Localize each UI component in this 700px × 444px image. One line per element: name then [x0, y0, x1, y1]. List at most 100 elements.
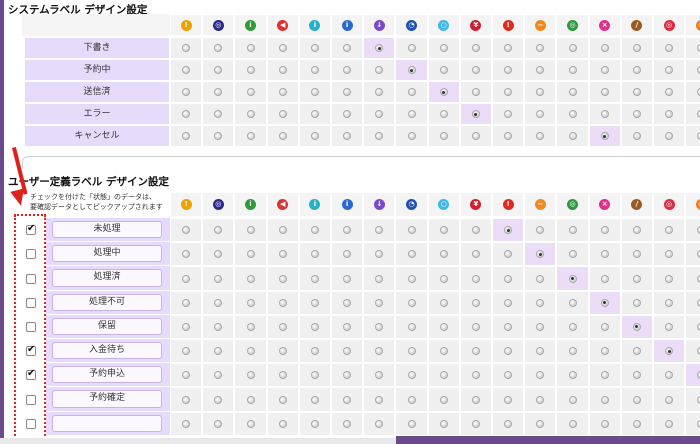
- user-color-radio[interactable]: [214, 419, 223, 428]
- system-color-radio[interactable]: [632, 110, 641, 118]
- user-color-radio[interactable]: [278, 226, 287, 235]
- user-color-radio[interactable]: [407, 419, 416, 428]
- system-color-radio[interactable]: [278, 44, 287, 52]
- user-color-radio[interactable]: [278, 322, 287, 331]
- user-color-radio[interactable]: [568, 419, 577, 428]
- user-color-radio[interactable]: [536, 274, 545, 283]
- system-color-radio[interactable]: [278, 110, 287, 118]
- user-color-radio[interactable]: [600, 250, 609, 259]
- system-color-radio[interactable]: [278, 88, 287, 96]
- user-color-radio[interactable]: [310, 419, 319, 428]
- user-color-radio[interactable]: [407, 395, 416, 404]
- system-color-radio[interactable]: [246, 110, 255, 118]
- user-color-radio[interactable]: [568, 395, 577, 404]
- system-color-radio[interactable]: [310, 132, 319, 140]
- user-color-radio[interactable]: [439, 371, 448, 380]
- system-color-radio[interactable]: [407, 44, 416, 52]
- system-color-radio[interactable]: [471, 132, 480, 140]
- user-color-radio[interactable]: [632, 226, 641, 235]
- user-color-radio[interactable]: [439, 250, 448, 259]
- user-color-radio[interactable]: [439, 226, 448, 235]
- user-color-radio[interactable]: [246, 274, 255, 283]
- user-color-radio[interactable]: [439, 298, 448, 307]
- system-color-radio[interactable]: [600, 66, 609, 74]
- user-color-radio[interactable]: [439, 274, 448, 283]
- system-color-radio[interactable]: [471, 66, 480, 74]
- user-color-radio[interactable]: [665, 274, 674, 283]
- user-color-radio[interactable]: [439, 322, 448, 331]
- user-color-radio[interactable]: [600, 322, 609, 331]
- system-color-radio[interactable]: [600, 132, 609, 140]
- user-color-radio[interactable]: [632, 322, 641, 331]
- user-color-radio[interactable]: [278, 371, 287, 380]
- user-label-input-1[interactable]: 未処理: [52, 221, 162, 239]
- system-color-radio[interactable]: [471, 44, 480, 52]
- system-color-radio[interactable]: [246, 44, 255, 52]
- user-color-radio[interactable]: [600, 347, 609, 356]
- user-color-radio[interactable]: [407, 226, 416, 235]
- system-color-radio[interactable]: [439, 132, 448, 140]
- user-label-input-6[interactable]: 入金待ち: [52, 342, 162, 360]
- user-color-radio[interactable]: [439, 395, 448, 404]
- user-color-radio[interactable]: [600, 395, 609, 404]
- user-color-radio[interactable]: [375, 274, 384, 283]
- system-color-radio[interactable]: [632, 66, 641, 74]
- user-color-radio[interactable]: [407, 298, 416, 307]
- user-color-radio[interactable]: [568, 250, 577, 259]
- user-color-radio[interactable]: [182, 322, 191, 331]
- system-color-radio[interactable]: [407, 110, 416, 118]
- user-color-radio[interactable]: [246, 395, 255, 404]
- user-color-radio[interactable]: [665, 395, 674, 404]
- user-color-radio[interactable]: [504, 419, 513, 428]
- system-color-radio[interactable]: [310, 44, 319, 52]
- user-color-radio[interactable]: [214, 274, 223, 283]
- user-color-radio[interactable]: [632, 298, 641, 307]
- user-color-radio[interactable]: [278, 347, 287, 356]
- user-color-radio[interactable]: [665, 322, 674, 331]
- system-color-radio[interactable]: [471, 110, 480, 118]
- system-color-radio[interactable]: [439, 44, 448, 52]
- user-color-radio[interactable]: [246, 371, 255, 380]
- system-color-radio[interactable]: [600, 88, 609, 96]
- user-color-radio[interactable]: [246, 250, 255, 259]
- user-color-radio[interactable]: [407, 274, 416, 283]
- user-color-radio[interactable]: [375, 395, 384, 404]
- user-color-radio[interactable]: [471, 226, 480, 235]
- user-color-radio[interactable]: [278, 419, 287, 428]
- system-color-radio[interactable]: [568, 88, 577, 96]
- user-color-radio[interactable]: [343, 419, 352, 428]
- user-color-radio[interactable]: [600, 419, 609, 428]
- user-color-radio[interactable]: [182, 274, 191, 283]
- user-color-radio[interactable]: [665, 419, 674, 428]
- user-color-radio[interactable]: [471, 419, 480, 428]
- user-color-radio[interactable]: [375, 419, 384, 428]
- user-color-radio[interactable]: [568, 298, 577, 307]
- user-color-radio[interactable]: [600, 298, 609, 307]
- user-label-input-2[interactable]: 処理中: [52, 245, 162, 263]
- system-color-radio[interactable]: [600, 110, 609, 118]
- user-color-radio[interactable]: [471, 298, 480, 307]
- system-color-radio[interactable]: [439, 88, 448, 96]
- user-color-radio[interactable]: [536, 298, 545, 307]
- system-color-radio[interactable]: [246, 88, 255, 96]
- user-color-radio[interactable]: [182, 419, 191, 428]
- user-color-radio[interactable]: [310, 347, 319, 356]
- system-color-radio[interactable]: [632, 132, 641, 140]
- user-color-radio[interactable]: [182, 298, 191, 307]
- user-color-radio[interactable]: [568, 347, 577, 356]
- user-color-radio[interactable]: [343, 274, 352, 283]
- user-color-radio[interactable]: [568, 371, 577, 380]
- user-color-radio[interactable]: [407, 250, 416, 259]
- user-label-input-5[interactable]: 保留: [52, 317, 162, 335]
- user-color-radio[interactable]: [568, 226, 577, 235]
- user-color-radio[interactable]: [439, 419, 448, 428]
- system-color-radio[interactable]: [439, 66, 448, 74]
- user-color-radio[interactable]: [632, 419, 641, 428]
- user-color-radio[interactable]: [471, 274, 480, 283]
- user-color-radio[interactable]: [182, 395, 191, 404]
- user-color-radio[interactable]: [632, 274, 641, 283]
- user-color-radio[interactable]: [310, 298, 319, 307]
- user-color-radio[interactable]: [471, 395, 480, 404]
- user-color-radio[interactable]: [536, 395, 545, 404]
- user-color-radio[interactable]: [310, 274, 319, 283]
